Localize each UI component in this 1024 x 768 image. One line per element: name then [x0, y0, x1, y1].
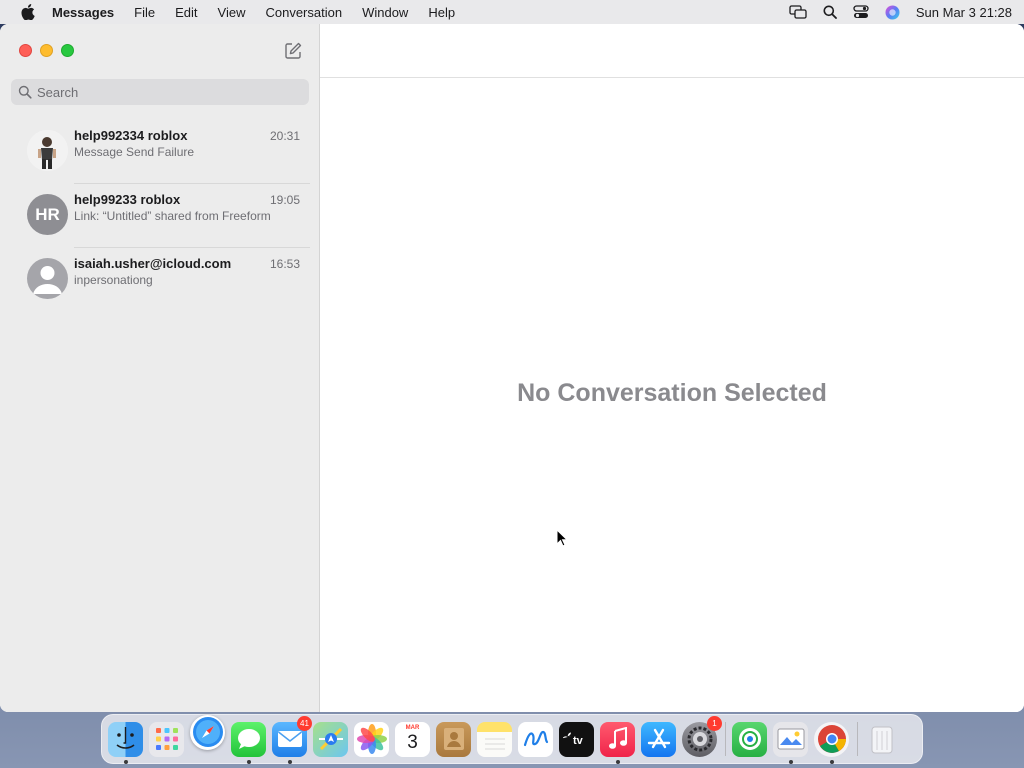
apple-tv-icon[interactable]: tv [559, 721, 594, 757]
screen-mirroring-icon[interactable] [789, 5, 807, 19]
message-time: 20:31 [269, 129, 300, 143]
sidebar: Search help992334 roblox Message Send Fa… [0, 24, 320, 712]
spotlight-search-icon[interactable] [823, 5, 837, 19]
conversation-item[interactable]: HR help99233 roblox Link: “Untitled” sha… [0, 184, 320, 248]
freeform-icon[interactable] [518, 721, 553, 757]
notes-icon[interactable] [477, 721, 512, 757]
zoom-button[interactable] [61, 44, 74, 57]
message-time: 16:53 [269, 257, 300, 271]
menu-app-name[interactable]: Messages [52, 5, 114, 20]
menu-help[interactable]: Help [428, 5, 455, 20]
compose-icon[interactable] [283, 41, 303, 61]
search-placeholder: Search [37, 84, 79, 100]
app-store-icon[interactable] [641, 721, 676, 757]
conversation-pane: No Conversation Selected [320, 24, 1024, 712]
chrome-icon[interactable] [814, 721, 849, 764]
close-button[interactable] [19, 44, 32, 57]
music-icon[interactable] [600, 721, 635, 764]
siri-icon[interactable] [885, 5, 900, 20]
messages-window: Search help992334 roblox Message Send Fa… [0, 24, 1024, 712]
conversation-header [320, 24, 1024, 78]
conversation-list: help992334 roblox Message Send Failure 2… [0, 120, 320, 312]
system-settings-icon[interactable]: 1 [682, 715, 722, 757]
mail-icon[interactable]: 41 [272, 715, 312, 764]
conversation-item[interactable]: isaiah.usher@icloud.com inpersonationg 1… [0, 248, 320, 312]
avatar [27, 130, 68, 171]
calendar-day: 3 [407, 731, 418, 753]
calendar-month: MAR [405, 724, 420, 731]
window-controls [19, 44, 74, 57]
message-preview: Message Send Failure [74, 145, 195, 159]
apple-menu-icon[interactable] [18, 4, 38, 20]
menu-edit[interactable]: Edit [175, 5, 197, 20]
control-center-icon[interactable] [853, 5, 869, 19]
photos-icon[interactable] [354, 721, 389, 757]
maps-icon[interactable] [313, 721, 348, 757]
contacts-icon[interactable] [436, 721, 471, 757]
safari-icon[interactable] [190, 714, 225, 750]
search-icon [18, 85, 32, 99]
menu-file[interactable]: File [134, 5, 155, 20]
menu-view[interactable]: View [218, 5, 246, 20]
message-preview: inpersonationg [74, 273, 153, 287]
dock-separator [857, 722, 858, 756]
mail-badge: 41 [297, 715, 312, 731]
message-time: 19:05 [269, 193, 300, 207]
trash-icon[interactable] [864, 722, 899, 757]
calendar-icon[interactable]: MAR 3 [395, 721, 430, 757]
minimize-button[interactable] [40, 44, 53, 57]
dock-separator [725, 722, 726, 756]
menu-bar: Messages File Edit View Conversation Win… [0, 0, 1024, 24]
launchpad-icon[interactable] [149, 721, 184, 757]
avatar: HR [27, 194, 68, 235]
preview-icon[interactable] [773, 721, 808, 764]
menu-clock[interactable]: Sun Mar 3 21:28 [916, 5, 1012, 20]
empty-state-title: No Conversation Selected [517, 379, 827, 407]
menu-window[interactable]: Window [362, 5, 408, 20]
avatar [27, 258, 68, 299]
dock: 41 MAR 3 tv 1 [101, 714, 923, 764]
search-field[interactable]: Search [11, 79, 309, 105]
conversation-item[interactable]: help992334 roblox Message Send Failure 2… [0, 120, 320, 184]
find-my-icon[interactable] [732, 721, 767, 757]
mouse-pointer-icon [556, 528, 569, 552]
settings-badge: 1 [707, 715, 722, 731]
finder-icon[interactable] [108, 721, 143, 764]
svg-text:tv: tv [573, 735, 584, 747]
menu-conversation[interactable]: Conversation [265, 5, 342, 20]
message-preview: Link: “Untitled” shared from Freeform [74, 209, 271, 223]
messages-icon[interactable] [231, 721, 266, 764]
